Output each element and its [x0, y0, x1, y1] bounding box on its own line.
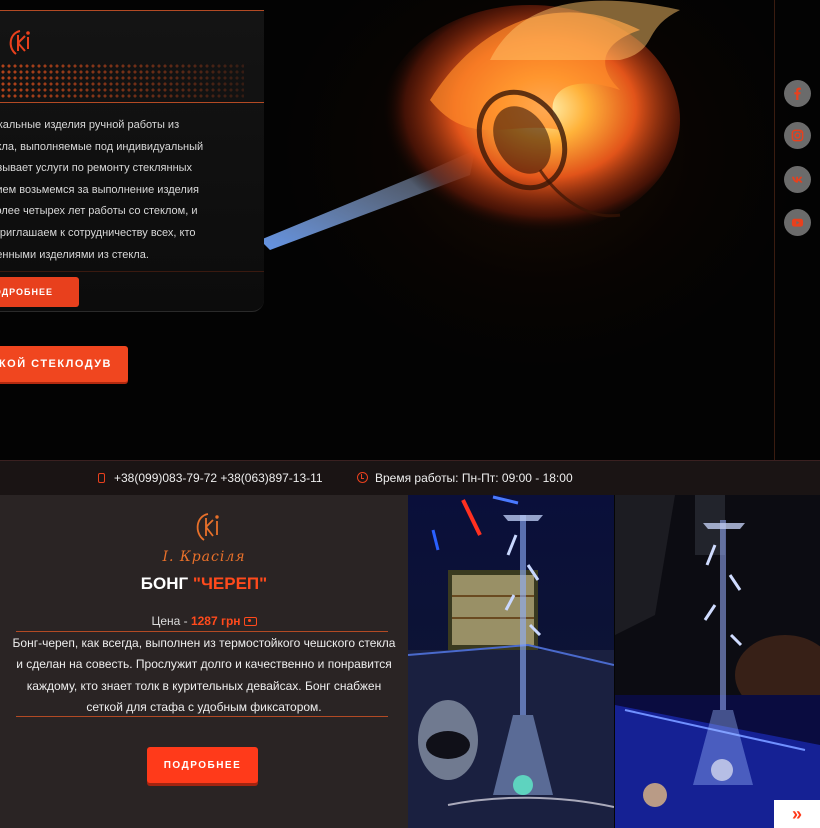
about-line: уникальные изделия ручной работы из — [0, 119, 180, 131]
contact-bar: +38(099)083-79-72 +38(063)897-13-11 Врем… — [0, 460, 820, 495]
divider — [0, 102, 264, 103]
instagram-link[interactable] — [784, 122, 811, 149]
brand-logo-icon — [196, 513, 219, 541]
phone-icon — [98, 473, 105, 483]
product-price: Цена - 1287 грн — [0, 614, 408, 628]
about-card: уникальные изделия ручной работы из стек… — [0, 10, 264, 312]
instagram-icon — [791, 129, 804, 142]
phone-numbers[interactable]: +38(099)083-79-72 +38(063)897-13-11 — [114, 471, 323, 485]
about-line: оказывает услуги по ремонту стеклянных — [0, 162, 193, 175]
product-photo-table[interactable] — [615, 495, 820, 828]
about-line: ственными изделиями из стекла. — [0, 248, 149, 261]
product-title: БОНГ "ЧЕРЕП" — [0, 574, 408, 594]
next-arrow-button[interactable]: » — [774, 800, 820, 828]
about-line: в. Приглашаем к сотрудничеству всех, кто — [0, 226, 196, 239]
working-hours: Время работы: Пн-Пт: 09:00 - 18:00 — [375, 471, 573, 485]
vk-link[interactable] — [784, 166, 811, 193]
product-title-accent: "ЧЕРЕП" — [192, 574, 268, 593]
bong-table-photo — [615, 495, 820, 828]
product-description: Бонг-череп, как всегда, выполнен из терм… — [12, 636, 396, 714]
decorative-dots — [0, 63, 244, 99]
brand-name: І. Красіля — [162, 549, 246, 565]
divider — [0, 271, 264, 272]
vk-icon — [791, 176, 803, 183]
price-value: 1287 грн — [190, 614, 241, 628]
about-line: стекла, выполняемые под индивидуальный — [0, 140, 204, 153]
divider — [16, 716, 388, 717]
hero-section: уникальные изделия ручной работы из стек… — [0, 0, 820, 460]
about-text: уникальные изделия ручной работы из стек… — [0, 115, 264, 266]
more-button[interactable]: ОДРОБНЕЕ — [0, 277, 79, 307]
facebook-link[interactable] — [784, 80, 811, 107]
price-label: Цена - — [151, 614, 191, 628]
about-line: о более четырех лет работы со стеклом, и — [0, 205, 198, 218]
product-card: І. Красіля БОНГ "ЧЕРЕП" Цена - 1287 грн … — [0, 495, 408, 828]
vertical-divider — [774, 0, 775, 495]
product-more-button[interactable]: ПОДРОБНЕЕ — [147, 747, 258, 783]
logo-icon — [9, 30, 30, 55]
product-title-prefix: БОНГ — [140, 574, 193, 593]
product-photo-bar[interactable] — [408, 495, 614, 828]
flame-glass-image — [260, 0, 680, 250]
clock-icon — [357, 472, 368, 483]
youtube-icon — [791, 218, 804, 227]
bong-bar-photo — [408, 495, 614, 828]
about-line: ствием возьмемся за выполнение изделия — [0, 183, 199, 196]
cash-icon — [243, 617, 257, 626]
glassblower-cta-button[interactable]: СКОЙ СТЕКЛОДУВ — [0, 346, 128, 382]
facebook-icon — [794, 87, 801, 100]
divider — [16, 631, 388, 632]
youtube-link[interactable] — [784, 209, 811, 236]
